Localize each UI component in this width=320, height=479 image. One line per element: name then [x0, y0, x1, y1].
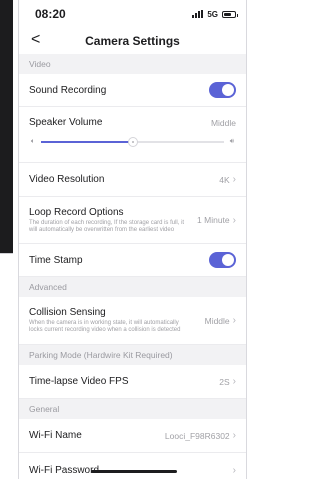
time-stamp-toggle[interactable]: [209, 252, 236, 268]
speaker-volume-label: Speaker Volume: [29, 117, 103, 128]
sound-recording-label: Sound Recording: [29, 84, 107, 96]
network-label: 5G: [207, 9, 218, 19]
battery-icon: [222, 10, 238, 18]
speaker-volume-row: Speaker Volume Middle 🔈︎ 🔊︎: [19, 107, 246, 163]
sound-recording-toggle[interactable]: [209, 82, 236, 98]
wifi-name-label: Wi-Fi Name: [29, 430, 82, 441]
status-bar: 08:20 5G: [19, 0, 246, 28]
collision-sensing-value: Middle: [204, 315, 230, 326]
home-indicator[interactable]: [91, 470, 177, 473]
nav-bar: < Camera Settings: [19, 28, 246, 54]
loop-record-description: The duration of each recording, If the s…: [29, 219, 185, 233]
divider: [0, 253, 13, 254]
phone-screen: 08:20 5G < Camera Settings Video Sound R…: [18, 0, 247, 479]
back-button[interactable]: <: [31, 31, 40, 49]
chevron-right-icon: ›: [232, 430, 236, 441]
loop-record-row[interactable]: Loop Record Options The duration of each…: [19, 197, 246, 244]
wifi-password-row[interactable]: Wi-Fi Password ›: [19, 453, 246, 479]
chevron-right-icon: ›: [232, 174, 236, 185]
status-time: 08:20: [35, 7, 66, 21]
slider-fill: [41, 141, 133, 143]
wifi-password-label: Wi-Fi Password: [29, 464, 100, 476]
speaker-high-icon: 🔊︎: [229, 138, 235, 145]
status-indicators: 5G: [192, 9, 238, 19]
wifi-name-row[interactable]: Wi-Fi Name Looci_F98R6302 ›: [19, 419, 246, 453]
speaker-volume-slider[interactable]: [41, 137, 224, 147]
collision-sensing-description: When the camera is in working state, it …: [29, 320, 181, 333]
video-resolution-label: Video Resolution: [29, 174, 105, 185]
section-header-advanced: Advanced: [19, 277, 246, 297]
video-resolution-row[interactable]: Video Resolution 4K ›: [19, 163, 246, 197]
slider-thumb[interactable]: [127, 137, 138, 147]
background-dark-panel: [0, 0, 13, 253]
timelapse-fps-label: Time-lapse Video FPS: [29, 376, 129, 387]
video-resolution-value: 4K: [219, 174, 230, 185]
section-header-parking: Parking Mode (Hardwire Kit Required): [19, 345, 246, 365]
signal-icon: [192, 10, 204, 18]
timelapse-fps-value: 2S: [219, 376, 230, 387]
section-header-general: General: [19, 399, 246, 419]
chevron-right-icon: ›: [232, 214, 236, 226]
speaker-low-icon: 🔈︎: [30, 138, 36, 145]
chevron-right-icon: ›: [232, 376, 236, 387]
collision-sensing-row[interactable]: Collision Sensing When the camera is in …: [19, 297, 246, 345]
time-stamp-label: Time Stamp: [29, 254, 83, 266]
time-stamp-row: Time Stamp: [19, 244, 246, 277]
section-header-video: Video: [19, 54, 246, 74]
chevron-right-icon: ›: [232, 464, 236, 476]
collision-sensing-label: Collision Sensing: [29, 307, 106, 318]
speaker-volume-value: Middle: [210, 117, 236, 128]
wifi-name-value: Looci_F98R6302: [164, 430, 230, 441]
loop-record-label: Loop Record Options: [29, 206, 124, 218]
page-title: Camera Settings: [85, 34, 180, 48]
loop-record-value: 1 Minute: [197, 215, 230, 225]
background-strip: [0, 0, 18, 479]
timelapse-fps-row[interactable]: Time-lapse Video FPS 2S ›: [19, 365, 246, 399]
sound-recording-row: Sound Recording: [19, 74, 246, 107]
chevron-right-icon: ›: [232, 315, 236, 326]
